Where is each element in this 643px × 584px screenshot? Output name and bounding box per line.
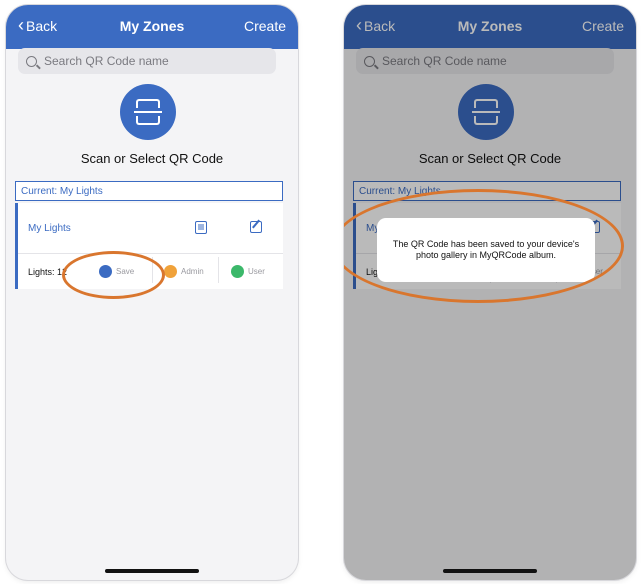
- create-button[interactable]: Create: [244, 18, 286, 34]
- home-indicator: [105, 569, 199, 573]
- nav-bar: ‹ Back My Zones Create: [6, 5, 298, 49]
- user-icon: [231, 265, 244, 278]
- edit-icon[interactable]: [250, 221, 262, 233]
- search-input[interactable]: Search QR Code name: [18, 48, 276, 74]
- scan-line-icon: [134, 111, 162, 113]
- user-button[interactable]: User: [231, 265, 265, 278]
- divider: [218, 257, 219, 283]
- admin-label: Admin: [181, 267, 204, 276]
- scan-frame-icon: [148, 99, 160, 108]
- scan-frame-icon: [136, 99, 148, 108]
- user-label: User: [248, 267, 265, 276]
- scan-qr-button[interactable]: [120, 84, 176, 140]
- divider: [18, 253, 283, 254]
- scan-label: Scan or Select QR Code: [80, 151, 224, 166]
- search-placeholder: Search QR Code name: [44, 54, 169, 68]
- current-zone-label: Current: My Lights: [15, 181, 283, 201]
- qr-code-icon[interactable]: [195, 221, 207, 234]
- search-icon: [26, 55, 37, 67]
- admin-button[interactable]: Admin: [164, 265, 204, 278]
- phone-screen-before: ‹ Back My Zones Create Search QR Code na…: [6, 5, 298, 580]
- scan-frame-icon: [136, 116, 148, 125]
- phone-screen-after: ‹ Back My Zones Create Search QR Code na…: [344, 5, 636, 580]
- zone-name: My Lights: [28, 223, 71, 234]
- admin-icon: [164, 265, 177, 278]
- home-indicator: [443, 569, 537, 573]
- highlight-ring: [62, 251, 165, 299]
- highlight-ring: [344, 189, 624, 303]
- scan-frame-icon: [148, 116, 160, 125]
